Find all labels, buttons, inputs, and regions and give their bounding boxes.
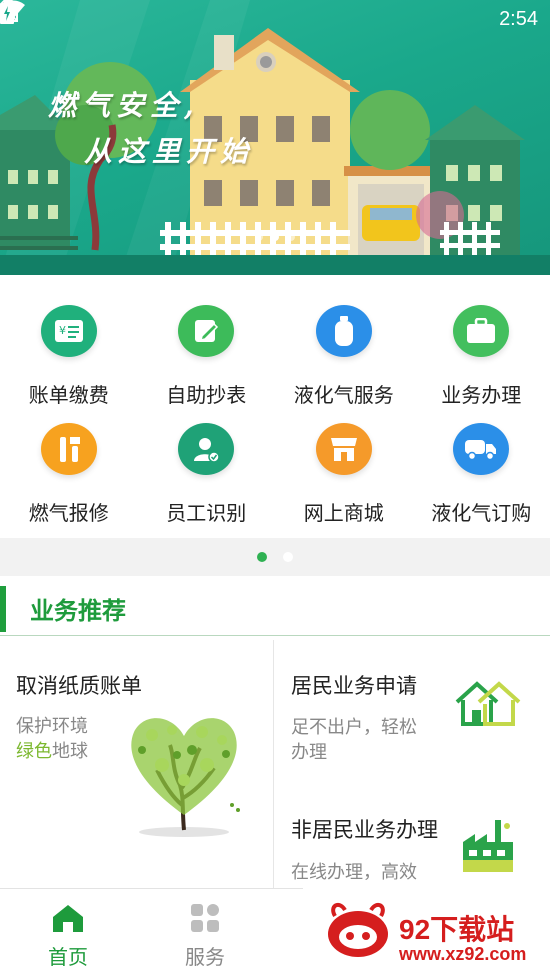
card-cancel-paper-bill[interactable]: 取消纸质账单 保护环境 绿色地球 [0, 640, 274, 888]
factory-icon [463, 820, 513, 872]
nav-tab-home[interactable]: 首页 [18, 903, 118, 970]
status-time: 2:54 [499, 7, 538, 30]
grid-label: 自助抄表 [166, 383, 247, 407]
gas-cylinder-icon [315, 305, 372, 357]
banner-dot [287, 233, 295, 241]
watermark-logo-icon [328, 902, 388, 957]
banner-slogan: 燃气安全, 从这里开始 [48, 84, 254, 170]
card-description: 保护环境 绿色地球 [16, 714, 88, 764]
section-header: 业务推荐 [0, 582, 550, 636]
grid-item-business-handling[interactable]: 业务办理 [413, 290, 550, 408]
card-desc-line-2: 绿色地球 [16, 739, 88, 764]
banner-dot-active [271, 233, 279, 241]
grid-label: 液化气服务 [293, 383, 394, 407]
page-dot [283, 552, 293, 562]
card-desc-line-2: 办理 [291, 742, 327, 763]
card-non-resident-business[interactable]: 非居民业务办理 在线办理，高效 [275, 780, 550, 888]
grid-label: 账单缴费 [28, 383, 109, 407]
home-icon [53, 905, 83, 932]
svg-text:¥: ¥ [59, 324, 66, 337]
truck-icon [453, 423, 510, 475]
houses-icon [455, 681, 521, 726]
section-accent-bar [0, 585, 6, 632]
banner-carousel[interactable]: 2:54 燃气安全, 从这里开始 [0, 0, 550, 275]
recommendation-cards: 取消纸质账单 保护环境 绿色地球 居民业务申请 足不出户，轻松 办理 非居民业务… [0, 640, 550, 888]
grid-label: 液化气订购 [431, 501, 532, 525]
page-dot-active [257, 552, 267, 562]
card-desc-highlight: 绿色 [16, 741, 52, 762]
section-title: 业务推荐 [30, 597, 126, 625]
grid-item-self-meter-reading[interactable]: 自助抄表 [138, 290, 276, 408]
status-bar: 2:54 [0, 0, 550, 38]
card-title: 居民业务申请 [291, 674, 417, 698]
grid-label: 网上商城 [303, 501, 384, 525]
watermark: 92下载站 www.xz92.com [303, 880, 550, 979]
grid-label: 燃气报修 [28, 501, 109, 525]
grid-item-online-mall[interactable]: 网上商城 [275, 408, 413, 526]
card-desc-line: 保护环境 [16, 716, 88, 737]
banner-dot [255, 233, 263, 241]
grid-item-lpg-order[interactable]: 液化气订购 [413, 408, 550, 526]
watermark-text: 92下载站 [399, 914, 515, 945]
nav-label: 服务 [185, 945, 225, 969]
card-description: 足不出户，轻松 办理 [291, 715, 451, 765]
slogan-line-2: 从这里开始 [84, 135, 255, 168]
nav-tab-service[interactable]: 服务 [155, 903, 255, 970]
grid-item-gas-repair[interactable]: 燃气报修 [0, 408, 138, 526]
shop-icon [315, 423, 372, 475]
heart-tree-icon [131, 718, 240, 837]
slogan-line-1: 燃气安全, [48, 89, 200, 122]
service-grid: ¥ 账单缴费 自助抄表 液化气服务 业务办理 燃气报修 员工识别 网上商城 液化… [0, 290, 550, 538]
bill-icon: ¥ [40, 305, 97, 357]
card-resident-business-application[interactable]: 居民业务申请 足不出户，轻松 办理 [275, 640, 550, 780]
card-desc-line: 足不出户，轻松 [291, 717, 417, 738]
edit-icon [178, 305, 235, 357]
banner-indicator [255, 233, 295, 241]
nav-label: 首页 [48, 945, 88, 969]
card-desc-rest: 地球 [52, 741, 88, 762]
grid-item-lpg-service[interactable]: 液化气服务 [275, 290, 413, 408]
briefcase-icon [453, 305, 510, 357]
grid-item-bill-payment[interactable]: ¥ 账单缴费 [0, 290, 138, 408]
grid-label: 业务办理 [441, 383, 522, 407]
grid-label: 员工识别 [166, 501, 247, 525]
grid-icon [191, 904, 219, 932]
grid-page-indicator [0, 538, 550, 576]
repair-icon [40, 423, 97, 475]
watermark-url: www.xz92.com [399, 944, 527, 964]
card-title: 非居民业务办理 [291, 818, 438, 842]
grid-item-employee-identification[interactable]: 员工识别 [138, 408, 276, 526]
employee-icon [178, 423, 235, 475]
card-title: 取消纸质账单 [16, 674, 142, 698]
